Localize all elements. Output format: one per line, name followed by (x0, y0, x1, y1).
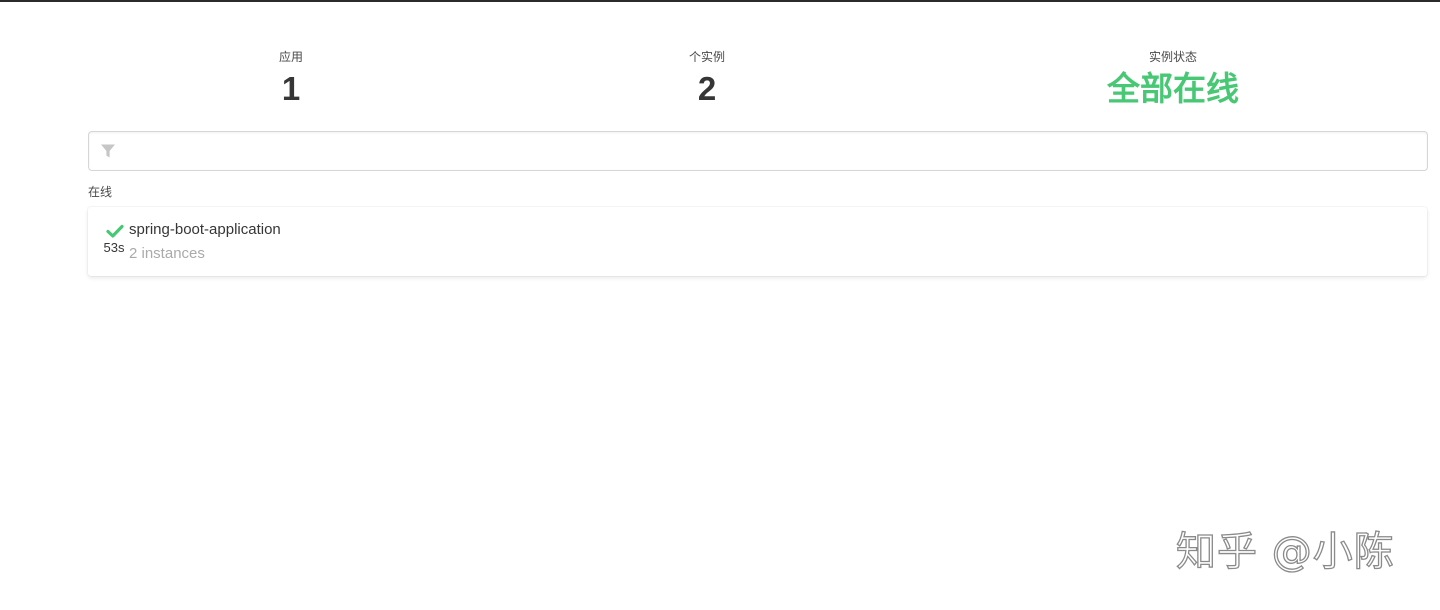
summary-stats: 应用 1 个实例 2 实例状态 全部在线 (0, 0, 1440, 120)
filter-icon (101, 144, 115, 158)
stat-status-label: 实例状态 (1148, 50, 1197, 64)
check-icon (106, 224, 124, 238)
stat-instances-label: 个实例 (688, 50, 725, 64)
application-status: 53s (100, 223, 128, 255)
filter-input[interactable] (125, 132, 1415, 170)
stat-status-value: 全部在线 (1107, 70, 1239, 107)
stat-instance-status: 实例状态 全部在线 (1023, 49, 1323, 109)
stat-applications-value: 1 (281, 70, 301, 107)
status-time: 53s (103, 240, 125, 255)
filter-field[interactable] (88, 131, 1428, 171)
stat-applications: 应用 1 (141, 49, 441, 109)
stat-instances-value: 2 (697, 70, 717, 107)
application-list-item[interactable]: 53s spring-boot-application 2 instances (88, 207, 1427, 276)
section-title-online: 在线 (88, 185, 113, 199)
watermark: 知乎 @小陈 (1175, 528, 1395, 575)
application-name: spring-boot-application (129, 221, 281, 238)
application-instance-count: 2 instances (129, 245, 205, 262)
stat-applications-label: 应用 (278, 50, 303, 64)
stat-instances: 个实例 2 (557, 49, 857, 109)
